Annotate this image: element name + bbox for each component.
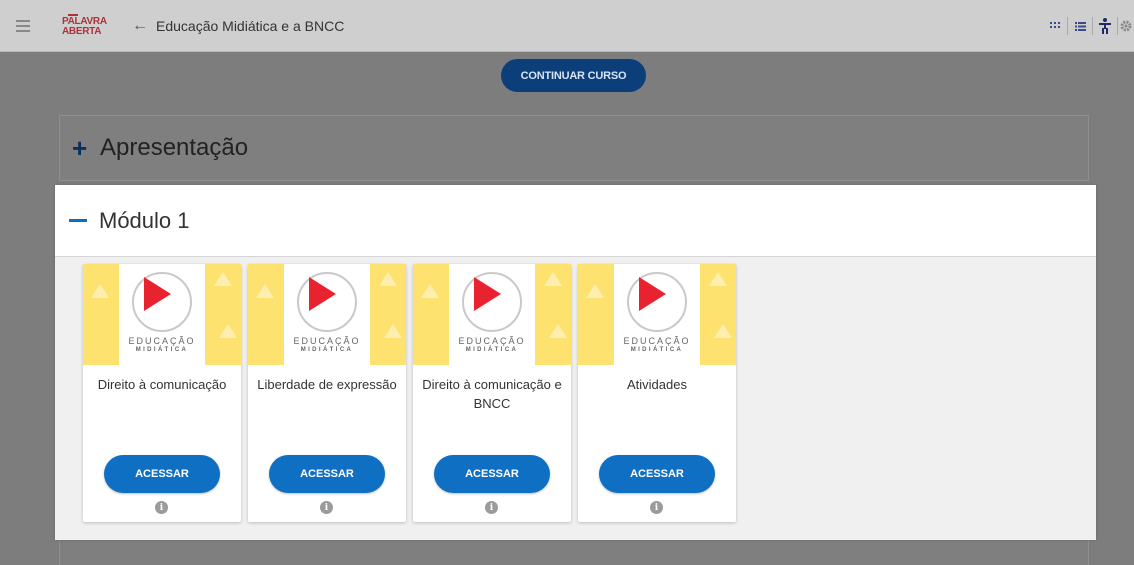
edu-logo-line2: MIDIÁTICA [135, 347, 189, 353]
edu-logo-line1: EDUCAÇÃO [293, 336, 361, 346]
section-title: Apresentação [100, 134, 249, 161]
section-apresentacao[interactable]: + Apresentação [59, 115, 1089, 181]
list-view-icon[interactable] [1068, 0, 1092, 52]
section-modulo-1: Módulo 1 EDUCAÇÃO MIDIÁTICA Direito à co… [55, 185, 1096, 540]
info-icon[interactable]: i [485, 501, 498, 514]
grid-view-icon[interactable] [1043, 0, 1067, 52]
edu-logo-line1: EDUCAÇÃO [458, 336, 526, 346]
info-icon[interactable]: i [155, 501, 168, 514]
card-title: Liberdade de expressão [257, 377, 397, 392]
activity-card: EDUCAÇÃO MIDIÁTICA Liberdade de expressã… [248, 264, 406, 522]
card-title: Direito à comunicação e BNCC [422, 377, 562, 411]
back-arrow-icon[interactable]: ← [118, 17, 156, 35]
edu-logo-line1: EDUCAÇÃO [623, 336, 691, 346]
collapse-minus-icon[interactable] [69, 219, 87, 222]
activity-cards: EDUCAÇÃO MIDIÁTICA Direito à comunicação… [83, 264, 736, 522]
access-button[interactable]: ACESSAR [599, 455, 715, 493]
course-title[interactable]: Educação Midiática e a BNCC [156, 18, 344, 34]
access-button[interactable]: ACESSAR [269, 455, 385, 493]
video-thumbnail[interactable]: EDUCAÇÃO MIDIÁTICA [578, 264, 736, 365]
module-title: Módulo 1 [99, 207, 190, 233]
palavra-aberta-logo[interactable]: PALAVRA ABERTA [46, 0, 118, 52]
activity-card: EDUCAÇÃO MIDIÁTICA Direito à comunicação… [413, 264, 571, 522]
video-thumbnail[interactable]: EDUCAÇÃO MIDIÁTICA [248, 264, 406, 365]
edu-logo-line1: EDUCAÇÃO [128, 336, 196, 346]
expand-plus-icon[interactable]: + [72, 133, 96, 164]
card-title: Atividades [627, 377, 687, 392]
info-icon[interactable]: i [650, 501, 663, 514]
accessibility-icon[interactable] [1093, 0, 1117, 52]
activity-card: EDUCAÇÃO MIDIÁTICA Direito à comunicação… [83, 264, 241, 522]
access-button[interactable]: ACESSAR [104, 455, 220, 493]
info-icon[interactable]: i [320, 501, 333, 514]
activity-card: EDUCAÇÃO MIDIÁTICA Atividades ACESSAR i [578, 264, 736, 522]
video-thumbnail[interactable]: EDUCAÇÃO MIDIÁTICA [413, 264, 571, 365]
settings-icon[interactable] [1118, 0, 1134, 52]
access-button[interactable]: ACESSAR [434, 455, 550, 493]
backdrop-section-edge [59, 540, 1089, 565]
card-title: Direito à comunicação [97, 377, 227, 392]
top-bar: PALAVRA ABERTA ← Educação Midiática e a … [0, 0, 1134, 52]
edu-logo-line2: MIDIÁTICA [300, 347, 354, 353]
edu-logo-line2: MIDIÁTICA [630, 347, 684, 353]
video-thumbnail[interactable]: EDUCAÇÃO MIDIÁTICA [83, 264, 241, 365]
menu-icon[interactable] [0, 0, 46, 52]
edu-logo-line2: MIDIÁTICA [465, 347, 519, 353]
continue-course-button[interactable]: CONTINUAR CURSO [501, 59, 646, 92]
module-header[interactable]: Módulo 1 [55, 185, 1096, 257]
